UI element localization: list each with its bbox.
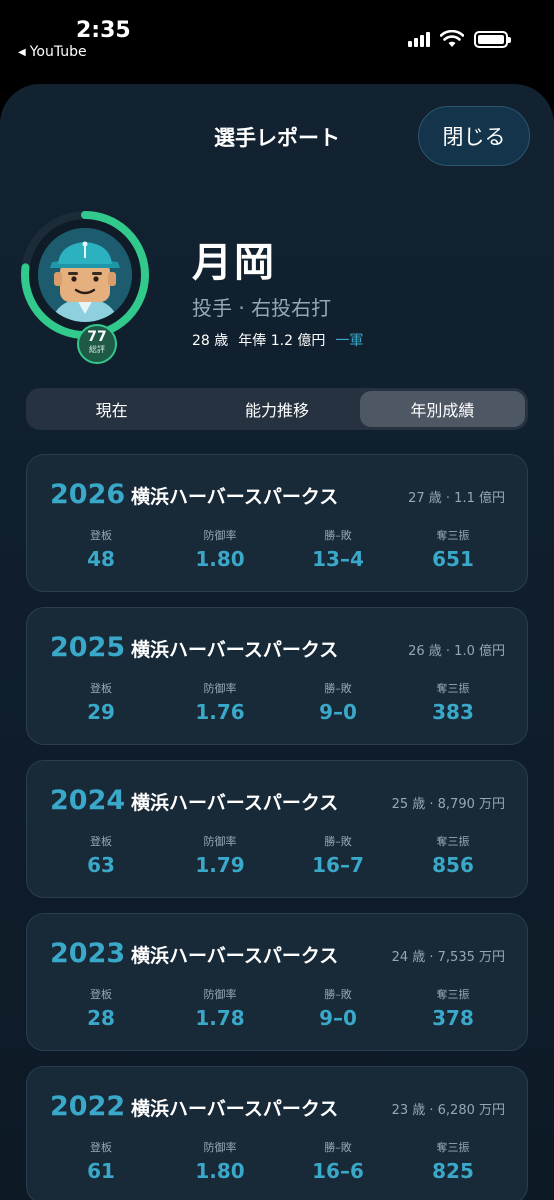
stat-appearances: 登板 48	[87, 529, 115, 571]
stat-strikeouts: 奪三振 378	[432, 988, 474, 1030]
stat-era: 防御率 1.76	[195, 682, 245, 724]
rating-label: 総評	[89, 345, 105, 354]
stat-strikeouts: 奪三振 825	[432, 1141, 474, 1183]
stat-appearances: 登板 28	[87, 988, 115, 1030]
season-card: 2026 横浜ハーバースパークス 27 歳 · 1.1 億円 登板 48 防御率 1…	[26, 454, 528, 592]
season-year: 2026	[50, 479, 126, 510]
season-card: 2023 横浜ハーバースパークス 24 歳 · 7,535 万円 登板 28 防御…	[26, 913, 528, 1051]
player-salary: 年俸 1.2 億円	[238, 333, 326, 349]
status-bar: 2:35 ◀ YouTube	[0, 0, 554, 84]
season-stats: 登板 48 防御率 1.80 勝–敗 13–4 奪三振 651	[27, 527, 527, 577]
status-time: 2:35	[76, 18, 131, 43]
player-name: 月岡	[192, 240, 276, 286]
stat-era: 防御率 1.80	[195, 1141, 245, 1183]
stat-win-loss: 勝–敗 13–4	[312, 529, 364, 571]
player-position: 投手 · 右投右打	[192, 296, 332, 320]
sheet-header: 選手レポート 閉じる	[0, 84, 554, 188]
stat-era: 防御率 1.80	[195, 529, 245, 571]
back-app-label: YouTube	[29, 44, 87, 60]
season-age-salary: 25 歳 · 8,790 万円	[391, 797, 505, 812]
season-year: 2023	[50, 938, 126, 969]
rating-value: 77	[87, 329, 107, 345]
avatar: 77 総評	[18, 208, 152, 364]
season-age-salary: 23 歳 · 6,280 万円	[391, 1103, 505, 1118]
season-stats: 登板 29 防御率 1.76 勝–敗 9–0 奪三振 383	[27, 680, 527, 730]
player-face-illustration	[38, 228, 132, 322]
season-team: 横浜ハーバースパークス	[131, 486, 339, 508]
player-squad: 一軍	[335, 333, 364, 349]
stat-appearances: 登板 61	[87, 1141, 115, 1183]
stat-win-loss: 勝–敗 16–6	[312, 1141, 364, 1183]
season-year: 2025	[50, 632, 126, 663]
season-stats: 登板 63 防御率 1.79 勝–敗 16–7 奪三振 856	[27, 833, 527, 883]
tab-yearly-stats[interactable]: 年別成績	[359, 391, 525, 427]
player-age: 28 歳	[192, 333, 229, 349]
status-icons	[408, 30, 511, 48]
season-card: 2022 横浜ハーバースパークス 23 歳 · 6,280 万円 登板 61 防御…	[26, 1066, 528, 1200]
tab-bar: 現在 能力推移 年別成績	[26, 388, 528, 430]
stat-appearances: 登板 29	[87, 682, 115, 724]
player-report-sheet: 選手レポート 閉じる 77 総評 月岡 投手 · 右投右打 28 歳 年俸 1.…	[0, 84, 554, 1200]
season-age-salary: 27 歳 · 1.1 億円	[408, 491, 505, 506]
season-team: 横浜ハーバースパークス	[131, 792, 339, 814]
season-list: 2026 横浜ハーバースパークス 27 歳 · 1.1 億円 登板 48 防御率 1…	[26, 454, 528, 1200]
stat-win-loss: 勝–敗 9–0	[319, 682, 357, 724]
season-age-salary: 24 歳 · 7,535 万円	[391, 950, 505, 965]
rating-badge: 77 総評	[77, 324, 117, 364]
player-profile: 77 総評 月岡 投手 · 右投右打 28 歳 年俸 1.2 億円 一軍	[0, 188, 554, 388]
stat-era: 防御率 1.78	[195, 988, 245, 1030]
close-button[interactable]: 閉じる	[418, 106, 530, 166]
season-team: 横浜ハーバースパークス	[131, 639, 339, 661]
stat-win-loss: 勝–敗 9–0	[319, 988, 357, 1030]
back-to-app-link[interactable]: ◀ YouTube	[18, 44, 87, 60]
tab-current[interactable]: 現在	[29, 391, 194, 427]
season-card: 2025 横浜ハーバースパークス 26 歳 · 1.0 億円 登板 29 防御率 1…	[26, 607, 528, 745]
season-card: 2024 横浜ハーバースパークス 25 歳 · 8,790 万円 登板 63 防御…	[26, 760, 528, 898]
stat-strikeouts: 奪三振 651	[432, 529, 474, 571]
player-meta: 28 歳 年俸 1.2 億円 一軍	[192, 330, 363, 350]
battery-icon	[474, 30, 511, 48]
season-stats: 登板 28 防御率 1.78 勝–敗 9–0 奪三振 378	[27, 986, 527, 1036]
stat-win-loss: 勝–敗 16–7	[312, 835, 364, 877]
season-stats: 登板 61 防御率 1.80 勝–敗 16–6 奪三振 825	[27, 1139, 527, 1189]
stat-strikeouts: 奪三振 383	[432, 682, 474, 724]
stat-strikeouts: 奪三振 856	[432, 835, 474, 877]
stat-era: 防御率 1.79	[195, 835, 245, 877]
season-age-salary: 26 歳 · 1.0 億円	[408, 644, 505, 659]
season-year: 2022	[50, 1091, 126, 1122]
cellular-signal-icon	[408, 31, 430, 47]
season-year: 2024	[50, 785, 126, 816]
season-team: 横浜ハーバースパークス	[131, 1098, 339, 1120]
back-arrow-icon: ◀	[18, 46, 26, 58]
wifi-icon	[440, 30, 464, 47]
tab-ability-trend[interactable]: 能力推移	[194, 391, 359, 427]
stat-appearances: 登板 63	[87, 835, 115, 877]
season-team: 横浜ハーバースパークス	[131, 945, 339, 967]
